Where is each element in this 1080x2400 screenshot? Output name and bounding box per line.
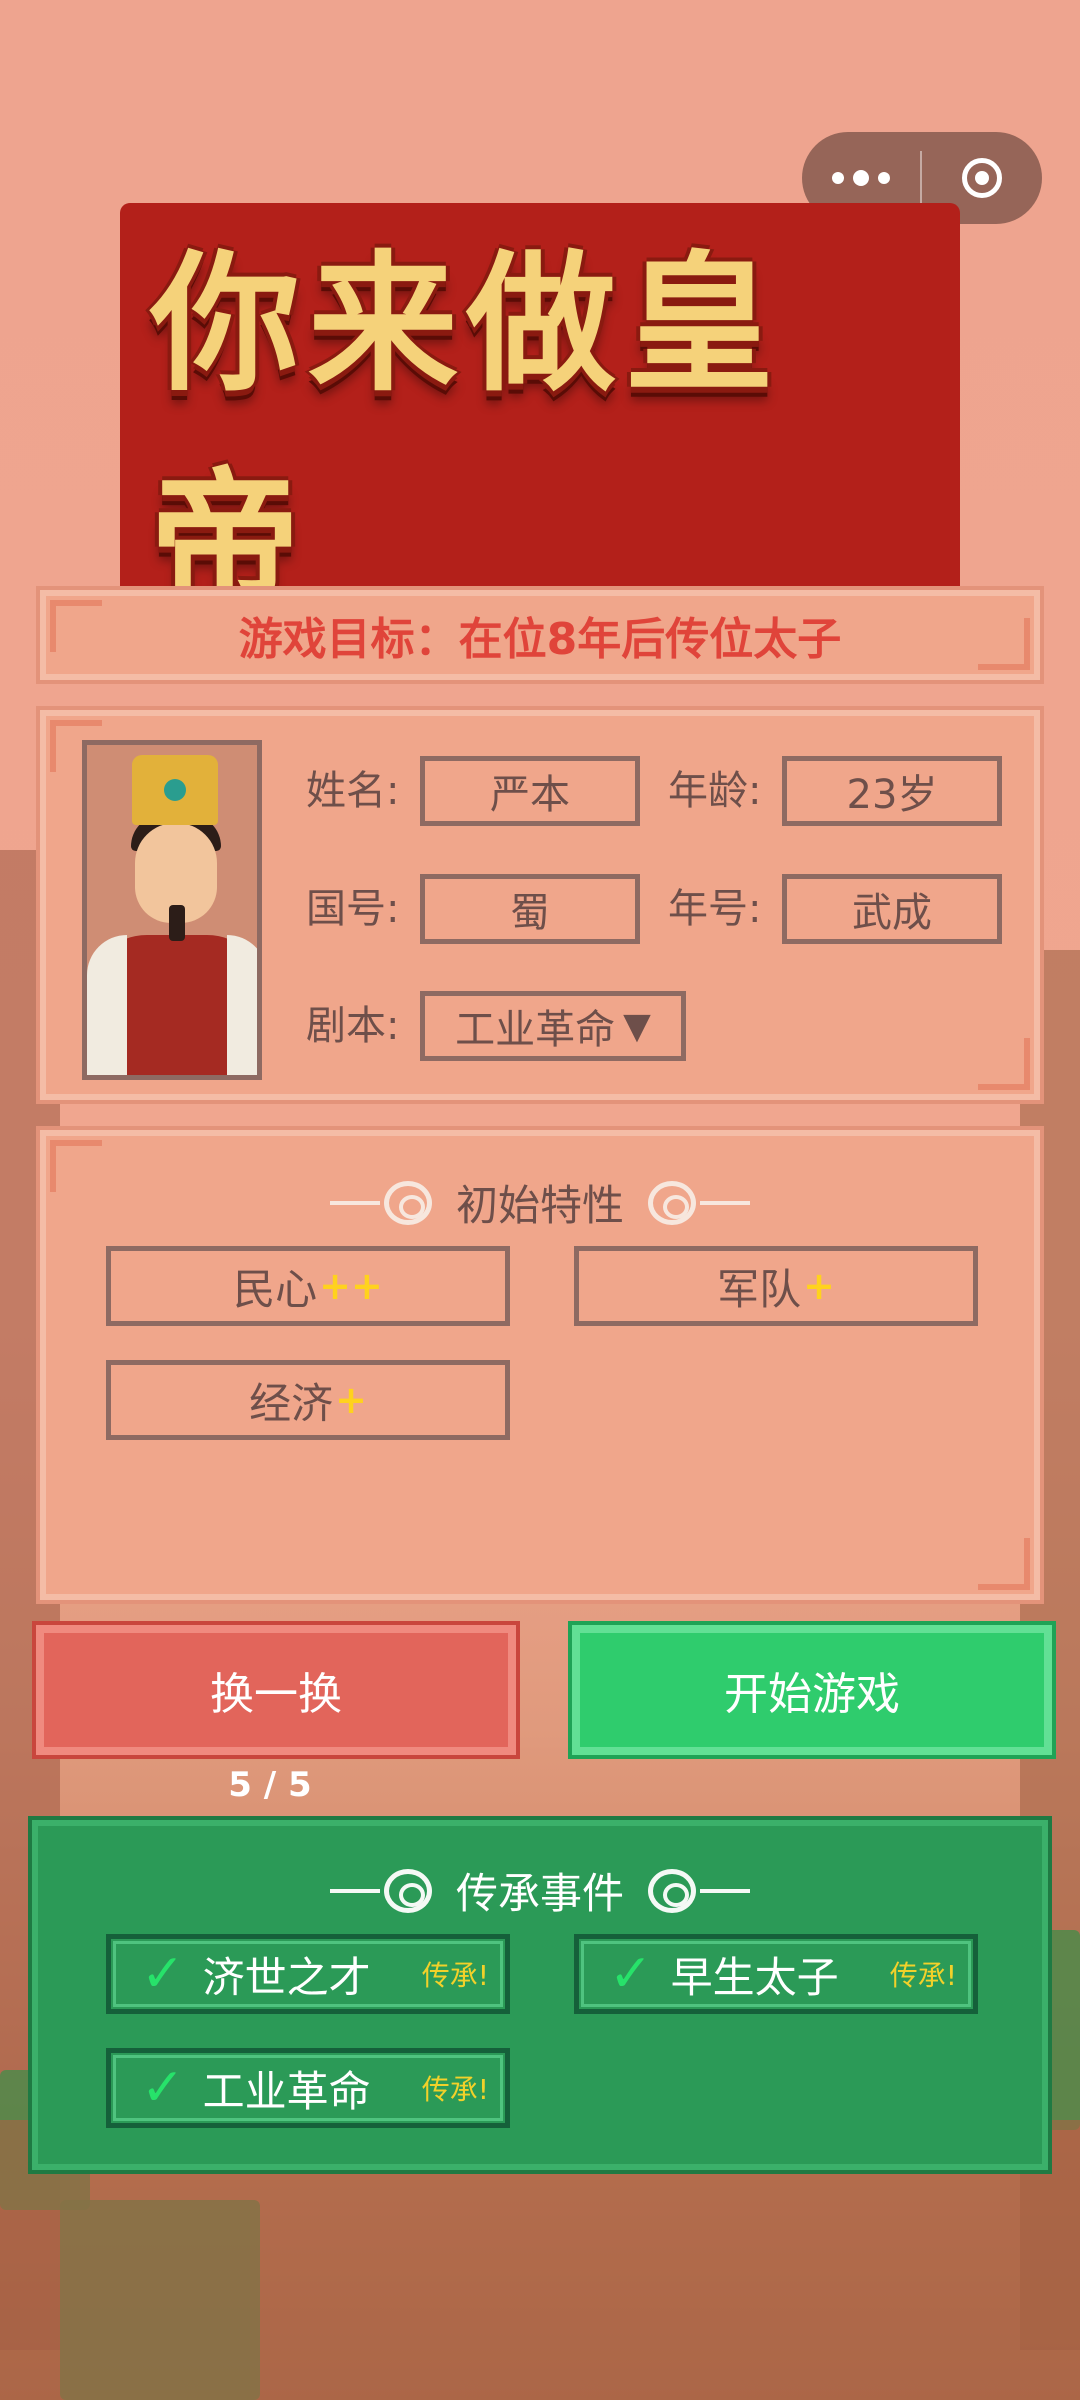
legacy-item: ✓ 早生太子 传承!	[574, 1934, 978, 2014]
legacy-title-text: 传承事件	[455, 1869, 624, 1918]
game-title-text: 你来做皇帝	[120, 203, 960, 637]
check-icon: ✓	[141, 2058, 185, 2118]
dropdown-arrow-icon: ▼	[623, 1005, 651, 1047]
traits-title-text: 初始特性	[455, 1181, 624, 1230]
age-value: 23岁	[782, 756, 1002, 826]
name-value: 严本	[420, 756, 640, 826]
swap-button[interactable]: 换一换	[32, 1621, 520, 1759]
legacy-tag: 传承!	[421, 1959, 489, 1992]
goal-banner: 游戏目标：在位8年后传位太子	[36, 586, 1044, 684]
cloud-ornament-left-icon	[329, 1868, 432, 1913]
check-icon: ✓	[609, 1944, 653, 2004]
name-label: 姓名:	[306, 768, 400, 814]
era-value: 武成	[782, 874, 1002, 944]
emperor-info-panel: 姓名: 严本 年龄: 23岁 国号: 蜀 年号: 武成 剧本: 工业革命 ▼	[36, 706, 1044, 1104]
legacy-events-panel: 传承事件 ✓ 济世之才 传承! ✓ 早生太子 传承! ✓ 工业革命 传承!	[28, 1816, 1052, 2174]
legacy-item: ✓ 济世之才 传承!	[106, 1934, 510, 2014]
legacy-item: ✓ 工业革命 传承!	[106, 2048, 510, 2128]
initial-traits-panel: 初始特性 民心 ++ 军队 + 经济 +	[36, 1126, 1044, 1604]
age-label: 年龄:	[668, 768, 762, 814]
country-value: 蜀	[420, 874, 640, 944]
trait-item: 军队 +	[574, 1246, 978, 1326]
swap-counter: 5 / 5	[228, 1765, 312, 1805]
crown-icon	[132, 755, 218, 825]
check-icon: ✓	[141, 1944, 185, 2004]
script-label: 剧本:	[306, 1003, 400, 1049]
country-label: 国号:	[306, 886, 400, 932]
trait-item: 经济 +	[106, 1360, 510, 1440]
script-select[interactable]: 工业革命 ▼	[420, 991, 686, 1061]
cloud-ornament-right-icon	[648, 1180, 750, 1225]
legacy-tag: 传承!	[889, 1959, 957, 1992]
trait-item: 民心 ++	[106, 1246, 510, 1326]
emperor-portrait	[82, 740, 262, 1080]
traits-title: 初始特性	[46, 1172, 1034, 1233]
goal-text: 游戏目标：在位8年后传位太子	[238, 614, 842, 665]
legacy-title: 传承事件	[38, 1860, 1042, 1921]
script-value: 工业革命	[455, 1007, 616, 1053]
close-miniprogram-icon[interactable]	[922, 158, 1042, 198]
game-title-logo: 你来做皇帝	[120, 203, 960, 637]
legacy-tag: 传承!	[421, 2073, 489, 2106]
start-game-button[interactable]: 开始游戏	[568, 1621, 1056, 1759]
cloud-ornament-right-icon	[648, 1868, 750, 1913]
cloud-ornament-left-icon	[329, 1180, 432, 1225]
era-label: 年号:	[668, 886, 762, 932]
